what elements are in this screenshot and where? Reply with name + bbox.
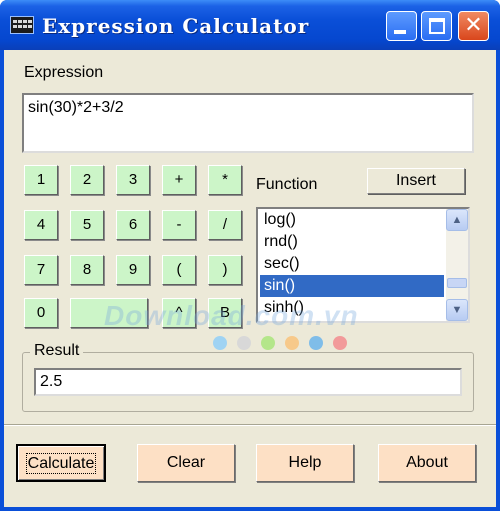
result-field[interactable]: 2.5	[34, 368, 462, 396]
maximize-icon	[429, 18, 445, 34]
help-button[interactable]: Help	[256, 444, 354, 482]
calculate-button[interactable]: Calculate	[16, 444, 106, 482]
key-button[interactable]: )	[208, 255, 242, 285]
expression-label: Expression	[24, 64, 104, 81]
key-button[interactable]: 7	[24, 255, 58, 285]
watermark-dot	[213, 336, 227, 350]
function-label: Function	[256, 176, 318, 193]
key-button[interactable]: *	[208, 165, 242, 195]
watermark-dot	[333, 336, 347, 350]
title-bar[interactable]: Expression Calculator ✕	[0, 0, 500, 50]
key-button[interactable]: /	[208, 210, 242, 240]
clear-button[interactable]: Clear	[137, 444, 235, 482]
chevron-up-icon[interactable]: ▲	[446, 209, 468, 231]
key-button[interactable]: 8	[70, 255, 104, 285]
watermark-dot	[261, 336, 275, 350]
key-button[interactable]: +	[162, 165, 196, 195]
function-list-item[interactable]: log()	[260, 209, 444, 231]
key-button[interactable]: 2	[70, 165, 104, 195]
key-button[interactable]: 0	[24, 298, 58, 328]
key-button[interactable]: 9	[116, 255, 150, 285]
close-button[interactable]: ✕	[458, 11, 489, 41]
about-button[interactable]: About	[378, 444, 476, 482]
app-window: Expression Calculator ✕ Expression sin(3…	[0, 0, 500, 511]
insert-button[interactable]: Insert	[367, 168, 465, 194]
key-button[interactable]: 1	[24, 165, 58, 195]
chevron-down-icon[interactable]: ▼	[446, 299, 468, 321]
minimize-icon	[394, 30, 406, 34]
window-frame-bottom	[0, 507, 500, 511]
expression-input[interactable]: sin(30)*2+3/2	[22, 93, 474, 153]
watermark-dot	[309, 336, 323, 350]
key-button[interactable]: 5	[70, 210, 104, 240]
window-title: Expression Calculator	[42, 14, 310, 38]
close-icon: ✕	[464, 13, 483, 38]
key-button[interactable]: 6	[116, 210, 150, 240]
client-area: Expression sin(30)*2+3/2 1 2 3 + * 4 5 6-/ 7 8 9 ()…	[4, 50, 496, 507]
key-button[interactable]: 3	[116, 165, 150, 195]
minimize-button[interactable]	[386, 11, 417, 41]
function-list-item[interactable]: sin()	[260, 275, 444, 297]
scroll-thumb[interactable]	[447, 278, 467, 288]
watermark-dot	[237, 336, 251, 350]
result-label: Result	[30, 342, 84, 360]
key-button[interactable]: -	[162, 210, 196, 240]
key-button[interactable]: 4	[24, 210, 58, 240]
watermark-dot	[285, 336, 299, 350]
separator	[4, 424, 496, 426]
calculate-button-label: Calculate	[25, 453, 97, 474]
watermark: Download.com.vn	[104, 300, 359, 331]
function-list-scrollbar[interactable]: ▲ ▼	[446, 209, 468, 321]
function-list-item[interactable]: rnd()	[260, 231, 444, 253]
maximize-button[interactable]	[421, 11, 452, 41]
calculator-keyboard-icon[interactable]	[10, 16, 34, 34]
key-button[interactable]: (	[162, 255, 196, 285]
function-list-item[interactable]: sec()	[260, 253, 444, 275]
